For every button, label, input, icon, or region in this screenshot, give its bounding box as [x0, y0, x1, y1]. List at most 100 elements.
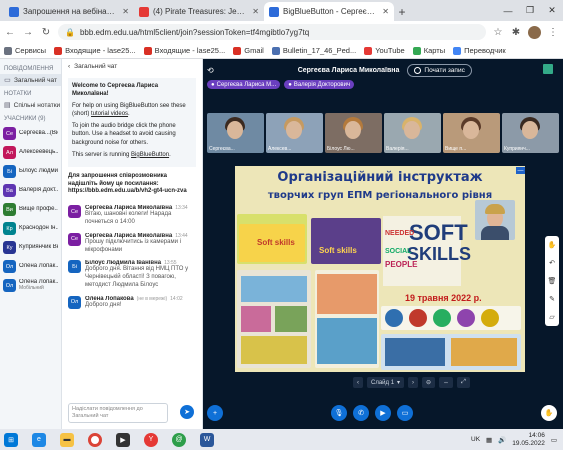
yandex-browser-icon[interactable]: Y: [144, 432, 158, 447]
bookmark-item[interactable]: Входящие - lase25...: [54, 46, 136, 55]
tab-close-icon[interactable]: ✕: [252, 7, 259, 16]
webcam-tile[interactable]: Білоус Лю...: [325, 113, 382, 153]
prev-slide-button[interactable]: ‹: [353, 377, 363, 388]
webcam-label: Білоус Лю...: [327, 146, 355, 152]
user-item[interactable]: Ал Алексеевець...: [0, 143, 61, 162]
maximize-icon[interactable]: ❐: [519, 0, 541, 21]
send-button[interactable]: ➤: [180, 405, 194, 419]
chevron-left-icon[interactable]: ‹: [68, 63, 70, 70]
clear-icon[interactable]: 🗑: [548, 277, 557, 285]
user-item[interactable]: Ви Вище профе...: [0, 200, 61, 219]
microphone-button[interactable]: 🎙: [331, 405, 347, 421]
message-time: 14:02: [170, 295, 183, 302]
tab-title: (4) Pirate Treasures: Jewel & Gem: [153, 7, 249, 16]
clock[interactable]: 14:06 19.05.2022: [512, 432, 545, 447]
notifications-icon[interactable]: ▭: [551, 436, 557, 444]
participant-face: [345, 121, 361, 139]
back-icon[interactable]: ←: [4, 27, 16, 38]
user-name: Куприянчик Вн...: [19, 244, 58, 251]
new-tab-button[interactable]: +: [394, 2, 410, 21]
hand-tool-icon[interactable]: ✋: [548, 241, 557, 249]
minimize-icon[interactable]: —: [497, 0, 519, 21]
bookmark-item[interactable]: Bulletin_17_46_Ped...: [271, 46, 356, 55]
phone-button[interactable]: ✆: [353, 405, 369, 421]
tab-close-icon[interactable]: ✕: [382, 7, 389, 16]
actions-button[interactable]: +: [207, 405, 223, 421]
message-avatar: Ол: [68, 295, 81, 309]
raise-hand-button[interactable]: ✋: [541, 405, 557, 421]
user-list-sidebar: ПОВІДОМЛЕННЯ ▭ Загальний чат НОТАТКИ ▤ С…: [0, 59, 62, 429]
slide-selector[interactable]: Слайд 1 ▾: [367, 377, 405, 388]
participant-face: [463, 121, 479, 139]
mic-icon: ●: [211, 81, 215, 88]
webcam-tile[interactable]: Валерія...: [384, 113, 441, 153]
internet-explorer-icon[interactable]: e: [32, 432, 46, 447]
windows-start-icon[interactable]: ⊞: [4, 432, 18, 447]
user-item[interactable]: КуКуприянчик Вн...: [0, 238, 61, 257]
welcome-help-text: For help on using BigBlueButton see thes…: [72, 103, 186, 118]
user-item[interactable]: Ва Валерія Докт...: [0, 181, 61, 200]
network-icon[interactable]: ▦: [486, 436, 492, 444]
word: PEOPLE: [385, 260, 418, 269]
webcam-tile[interactable]: Куприянч...: [502, 113, 559, 153]
tab-webinar-invite[interactable]: Запрошення на вебінар Тарасо ✕: [4, 2, 134, 21]
close-window-icon[interactable]: ✕: [541, 0, 563, 21]
tab-bigbluebutton[interactable]: BigBlueButton - Сергеєва Л ✕: [264, 2, 394, 21]
tab-close-icon[interactable]: ✕: [122, 7, 129, 16]
user-item[interactable]: Се Сергеєва...(Ви): [0, 124, 61, 143]
user-item[interactable]: Ол Олена Лопак... Мобільний: [0, 276, 61, 295]
zoom-out-button[interactable]: ⊖: [422, 377, 436, 388]
chat-input[interactable]: Надіслати повідомлення до Загальний чат: [68, 403, 168, 423]
tutorial-link[interactable]: tutorial videos: [91, 111, 128, 117]
file-explorer-icon[interactable]: ▬: [60, 432, 74, 447]
volume-icon[interactable]: 🔊: [498, 436, 506, 444]
bookmark-item[interactable]: Переводчик: [453, 46, 506, 55]
main-presentation-area: ⟲ Сергеєва Лариса Миколаївна Почати запи…: [203, 59, 563, 429]
reload-icon[interactable]: ↻: [40, 27, 52, 38]
bookmark-item[interactable]: YouTube: [364, 46, 405, 55]
bbb-link[interactable]: BigBlueButton: [131, 152, 169, 158]
talker-badge: ● Валерія Докторович: [284, 80, 355, 89]
user-item[interactable]: БіБілоус Людми...: [0, 162, 61, 181]
chat-message: Се Сергеєва Лариса Миколаївна 13:34 Вітаю, …: [62, 202, 202, 230]
email-app-icon[interactable]: @: [172, 432, 186, 447]
forward-icon[interactable]: →: [22, 27, 34, 38]
media-player-icon[interactable]: ▶: [116, 432, 130, 447]
fullscreen-button[interactable]: ⤢: [457, 377, 470, 388]
screen-share-button[interactable]: ▭: [397, 405, 413, 421]
webcam-tile[interactable]: Алексев...: [266, 113, 323, 153]
star-icon[interactable]: ☆: [492, 27, 504, 38]
multi-user-icon[interactable]: ✎: [549, 295, 555, 303]
user-avatar: Ви: [3, 203, 16, 216]
user-item[interactable]: Ол Олена Лопак...: [0, 257, 61, 276]
hamburger-icon[interactable]: ⟲: [207, 66, 214, 75]
next-slide-button[interactable]: ›: [408, 377, 419, 388]
bookmark-item[interactable]: Входящие - lase25...: [143, 46, 225, 55]
user-item[interactable]: Кр Краснодон Ін...: [0, 219, 61, 238]
shared-notes-item[interactable]: ▤ Спільні нотатки: [0, 99, 61, 111]
message-avatar: Се: [68, 205, 81, 219]
language-indicator[interactable]: UK: [471, 436, 480, 443]
connection-status-icon[interactable]: [543, 64, 553, 74]
url-field[interactable]: 🔒 bbb.edm.edu.ua/html5client/join?sessio…: [58, 24, 486, 40]
chart-icon[interactable]: ▱: [549, 313, 554, 321]
bbb-app: ПОВІДОМЛЕННЯ ▭ Загальний чат НОТАТКИ ▤ С…: [0, 59, 563, 429]
record-button[interactable]: Почати запис: [407, 63, 472, 77]
menu-icon[interactable]: ⋮: [547, 27, 559, 38]
tab-pirate-treasures[interactable]: (4) Pirate Treasures: Jewel & Gem ✕: [134, 2, 264, 21]
fit-width-button[interactable]: ⇔: [439, 377, 454, 388]
public-chat-item[interactable]: ▭ Загальний чат: [0, 74, 61, 86]
extensions-icon[interactable]: ✱: [510, 27, 522, 38]
minimize-presentation-icon[interactable]: —: [516, 167, 525, 174]
bookmark-item[interactable]: Карты: [412, 46, 445, 55]
word-icon[interactable]: W: [200, 432, 214, 447]
camera-button[interactable]: ▶: [375, 405, 391, 421]
bookmark-item[interactable]: Gmail: [233, 46, 264, 55]
undo-icon[interactable]: ↶: [549, 259, 555, 267]
webcam-tile[interactable]: Сергеєва...: [207, 113, 264, 153]
profile-avatar[interactable]: [528, 25, 541, 39]
chrome-icon[interactable]: [88, 432, 102, 447]
webcam-tile[interactable]: Вище п...: [443, 113, 500, 153]
bookmark-item[interactable]: Сервисы: [4, 46, 46, 55]
slide-poster-image: Soft skills: [311, 218, 381, 264]
